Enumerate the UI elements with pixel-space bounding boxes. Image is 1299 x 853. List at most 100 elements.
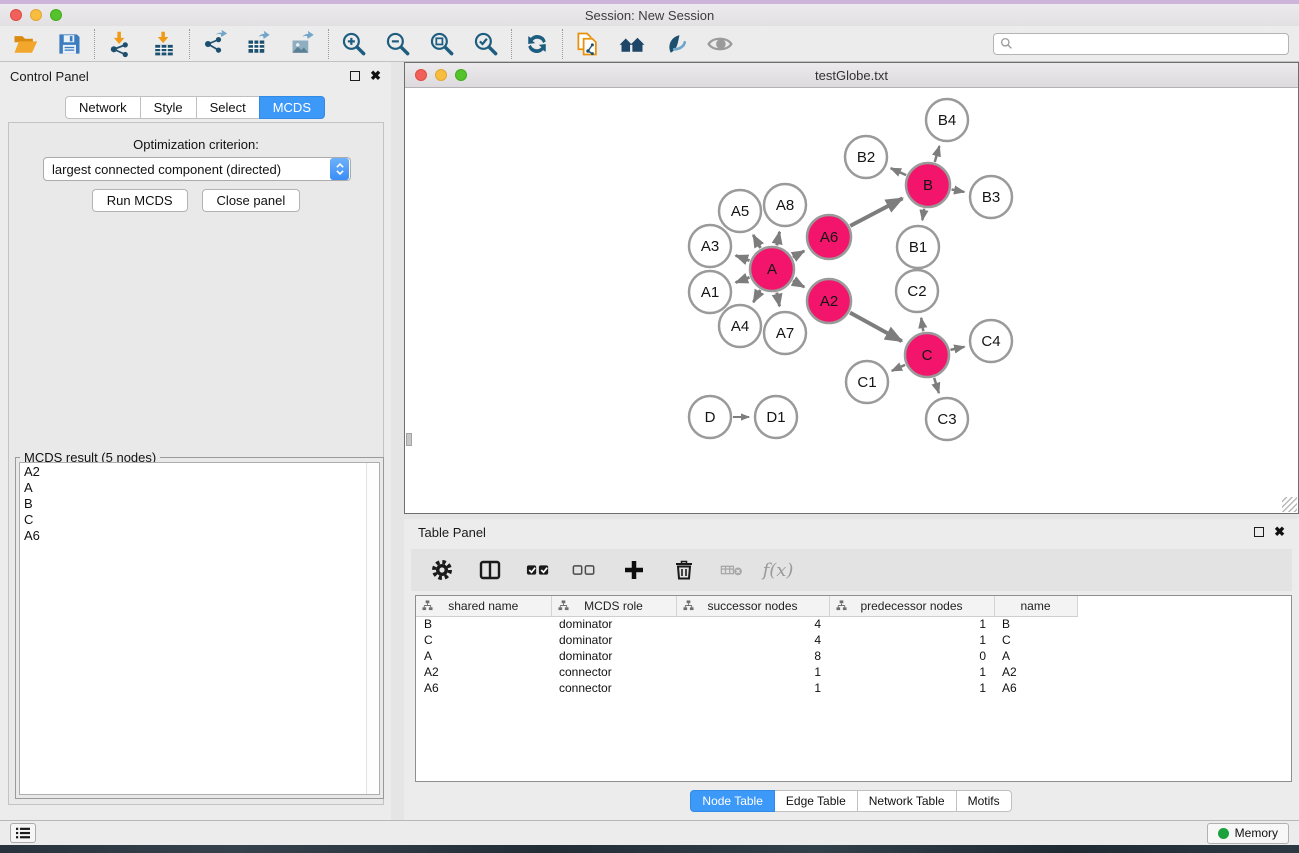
graph-edge-B-B3[interactable] xyxy=(952,189,965,191)
export-table-icon[interactable] xyxy=(244,29,274,59)
graph-edge-C-C2[interactable] xyxy=(921,318,923,331)
scrollbar-track[interactable] xyxy=(366,463,379,794)
graph-edge-A-A1[interactable] xyxy=(736,277,750,282)
table-cell[interactable]: A2 xyxy=(416,664,551,680)
mcds-result-item[interactable]: C xyxy=(24,512,375,528)
select-all-checkboxes-icon[interactable] xyxy=(521,555,555,585)
close-panel-icon[interactable]: ✖ xyxy=(370,71,381,81)
tab-network[interactable]: Network xyxy=(65,96,141,119)
zoom-in-icon[interactable] xyxy=(339,29,369,59)
graph-edge-A-A8[interactable] xyxy=(777,232,780,246)
tab-network-table[interactable]: Network Table xyxy=(857,790,957,812)
export-network-icon[interactable] xyxy=(200,29,230,59)
column-header-predecessor-nodes[interactable]: predecessor nodes xyxy=(829,596,994,616)
table-cell[interactable]: 4 xyxy=(676,632,829,648)
table-cell[interactable]: B xyxy=(994,616,1077,632)
graph-edge-A2-C[interactable] xyxy=(850,313,902,341)
column-header-name[interactable]: name xyxy=(994,596,1077,616)
tab-mcds[interactable]: MCDS xyxy=(259,96,325,119)
add-column-icon[interactable] xyxy=(617,555,651,585)
network-window-titlebar[interactable]: testGlobe.txt xyxy=(405,63,1298,88)
table-cell[interactable]: 1 xyxy=(829,616,994,632)
search-field[interactable] xyxy=(993,33,1289,55)
table-cell[interactable]: A6 xyxy=(416,680,551,696)
table-cell[interactable]: A xyxy=(994,648,1077,664)
resize-grip-icon[interactable] xyxy=(1282,497,1297,512)
graph-edge-B-B1[interactable] xyxy=(922,209,924,221)
column-header-shared-name[interactable]: shared name xyxy=(416,596,551,616)
table-row[interactable]: Cdominator41C xyxy=(416,632,1291,648)
table-cell[interactable]: 8 xyxy=(676,648,829,664)
export-image-icon[interactable] xyxy=(288,29,318,59)
table-row[interactable]: Bdominator41B xyxy=(416,616,1291,632)
zoom-fit-icon[interactable] xyxy=(427,29,457,59)
table-cell[interactable]: dominator xyxy=(551,632,676,648)
table-cell[interactable]: 1 xyxy=(829,680,994,696)
graph-edge-A-A7[interactable] xyxy=(777,293,780,307)
graph-edge-C-C3[interactable] xyxy=(934,378,939,393)
close-panel-button[interactable]: Close panel xyxy=(202,189,301,212)
table-cell[interactable]: 0 xyxy=(829,648,994,664)
mcds-result-item[interactable]: A6 xyxy=(24,528,375,544)
graph-edge-B-B2[interactable] xyxy=(891,168,906,175)
save-session-icon[interactable] xyxy=(54,29,84,59)
table-row[interactable]: Adominator80A xyxy=(416,648,1291,664)
task-history-button[interactable] xyxy=(10,823,36,843)
graph-edge-A6-B[interactable] xyxy=(850,198,902,225)
mcds-result-item[interactable]: B xyxy=(24,496,375,512)
mcds-result-list[interactable]: A2ABCA6 xyxy=(19,462,380,795)
run-mcds-button[interactable]: Run MCDS xyxy=(92,189,188,212)
gear-icon[interactable] xyxy=(425,555,459,585)
table-row[interactable]: A2connector11A2 xyxy=(416,664,1291,680)
tab-node-table[interactable]: Node Table xyxy=(690,790,775,812)
memory-button[interactable]: Memory xyxy=(1207,823,1289,844)
optimization-criterion-select[interactable]: largest connected component (directed) xyxy=(43,157,351,181)
refresh-icon[interactable] xyxy=(522,29,552,59)
mcds-result-item[interactable]: A2 xyxy=(24,464,375,480)
tab-style[interactable]: Style xyxy=(140,96,197,119)
tab-select[interactable]: Select xyxy=(196,96,260,119)
open-session-icon[interactable] xyxy=(10,29,40,59)
canvas-edge-handle[interactable] xyxy=(406,433,412,446)
split-view-icon[interactable] xyxy=(473,555,507,585)
table-cell[interactable]: connector xyxy=(551,680,676,696)
graph-edge-A-A3[interactable] xyxy=(736,256,750,261)
table-cell[interactable]: B xyxy=(416,616,551,632)
node-table[interactable]: shared nameMCDS rolesuccessor nodesprede… xyxy=(415,595,1292,782)
import-network-icon[interactable] xyxy=(105,29,135,59)
table-cell[interactable]: 1 xyxy=(676,680,829,696)
graph-edge-A-A5[interactable] xyxy=(753,235,760,248)
column-header-successor-nodes[interactable]: successor nodes xyxy=(676,596,829,616)
table-cell[interactable]: A xyxy=(416,648,551,664)
table-cell[interactable]: A2 xyxy=(994,664,1077,680)
graph-edge-C-C1[interactable] xyxy=(892,365,905,371)
delete-column-icon[interactable] xyxy=(667,555,701,585)
network-canvas[interactable]: B4B2BB3A8A5A6B1A3AA1C2A2A4A7C4CC1C3DD1 xyxy=(405,88,1298,513)
graph-edge-A-A4[interactable] xyxy=(753,290,760,302)
graph-edge-B-B4[interactable] xyxy=(935,146,940,162)
table-cell[interactable]: C xyxy=(416,632,551,648)
tab-edge-table[interactable]: Edge Table xyxy=(774,790,858,812)
table-cell[interactable]: A6 xyxy=(994,680,1077,696)
float-table-panel-icon[interactable] xyxy=(1254,527,1264,537)
table-cell[interactable]: connector xyxy=(551,664,676,680)
search-input[interactable] xyxy=(1018,37,1282,51)
graph-edge-A-A6[interactable] xyxy=(793,251,804,257)
graph-edge-C-C4[interactable] xyxy=(950,347,964,350)
duplicate-network-icon[interactable] xyxy=(573,29,603,59)
table-cell[interactable]: 1 xyxy=(829,664,994,680)
table-cell[interactable]: dominator xyxy=(551,648,676,664)
close-table-panel-icon[interactable]: ✖ xyxy=(1274,527,1285,537)
table-cell[interactable]: 4 xyxy=(676,616,829,632)
mcds-result-item[interactable]: A xyxy=(24,480,375,496)
hide-style-icon[interactable] xyxy=(661,29,691,59)
deselect-all-checkboxes-icon[interactable] xyxy=(567,555,601,585)
zoom-selected-icon[interactable] xyxy=(471,29,501,59)
tab-motifs[interactable]: Motifs xyxy=(956,790,1012,812)
table-cell[interactable]: 1 xyxy=(829,632,994,648)
column-header-MCDS-role[interactable]: MCDS role xyxy=(551,596,676,616)
eye-icon[interactable] xyxy=(705,29,735,59)
table-row[interactable]: A6connector11A6 xyxy=(416,680,1291,696)
table-cell[interactable]: 1 xyxy=(676,664,829,680)
zoom-out-icon[interactable] xyxy=(383,29,413,59)
